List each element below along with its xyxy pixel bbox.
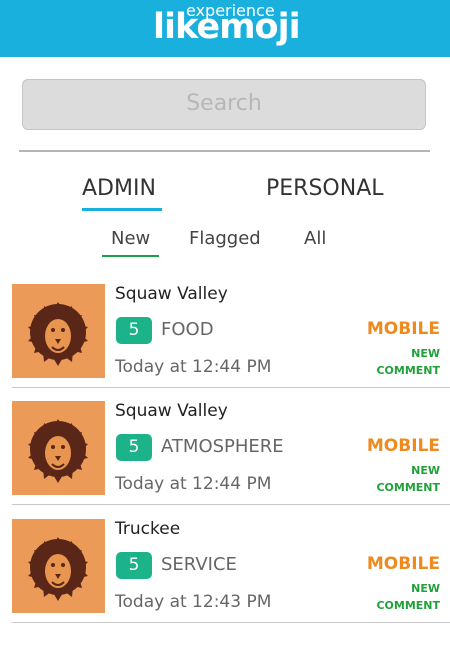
- search-input[interactable]: Search: [22, 79, 426, 130]
- feedback-category: ATMOSPHERE: [161, 436, 284, 457]
- feedback-status-line2: COMMENT: [376, 599, 440, 612]
- feedback-status: NEW COMMENT: [360, 462, 440, 496]
- feedback-location: Squaw Valley: [115, 401, 228, 421]
- feedback-location: Squaw Valley: [115, 284, 228, 304]
- item-divider: [12, 387, 450, 388]
- feedback-status: NEW COMMENT: [360, 580, 440, 614]
- logo-likemoji-text: likemoji: [153, 7, 301, 47]
- score-badge: 5: [116, 552, 152, 579]
- feedback-source: MOBILE: [366, 319, 440, 339]
- feedback-status-line1: NEW: [411, 347, 440, 360]
- feedback-timestamp: Today at 12:44 PM: [115, 357, 272, 377]
- subtab-flagged[interactable]: Flagged: [189, 228, 261, 249]
- subtab-new-active-indicator: [102, 255, 159, 257]
- tab-admin-active-indicator: [82, 208, 162, 211]
- feedback-source: MOBILE: [366, 554, 440, 574]
- feedback-location: Truckee: [115, 519, 181, 539]
- feedback-status: NEW COMMENT: [360, 345, 440, 379]
- search-divider: [19, 150, 430, 152]
- feedback-status-line2: COMMENT: [376, 481, 440, 494]
- tab-admin[interactable]: ADMIN: [82, 176, 156, 201]
- feedback-item[interactable]: Squaw Valley 5 FOOD Today at 12:44 PM MO…: [0, 284, 450, 401]
- feedback-status-line1: NEW: [411, 464, 440, 477]
- subtab-all[interactable]: All: [304, 228, 326, 249]
- item-divider: [12, 504, 450, 505]
- feedback-timestamp: Today at 12:43 PM: [115, 592, 272, 612]
- score-badge: 5: [116, 317, 152, 344]
- feedback-status-line1: NEW: [411, 582, 440, 595]
- feedback-item[interactable]: Squaw Valley 5 ATMOSPHERE Today at 12:44…: [0, 401, 450, 518]
- feedback-timestamp: Today at 12:44 PM: [115, 474, 272, 494]
- feedback-category: SERVICE: [161, 554, 237, 575]
- coffeebar-lion-logo-image: [12, 519, 105, 613]
- coffeebar-lion-logo-image: [12, 401, 105, 495]
- tab-personal[interactable]: PERSONAL: [266, 176, 384, 201]
- feedback-category: FOOD: [161, 319, 214, 340]
- coffeebar-lion-logo-image: [12, 284, 105, 378]
- app-header: experience likemoji: [0, 0, 450, 57]
- feedback-status-line2: COMMENT: [376, 364, 440, 377]
- item-divider: [12, 622, 450, 623]
- feedback-source: MOBILE: [366, 436, 440, 456]
- score-badge: 5: [116, 434, 152, 461]
- subtab-new[interactable]: New: [111, 228, 150, 249]
- feedback-item[interactable]: Truckee 5 SERVICE Today at 12:43 PM MOBI…: [0, 519, 450, 636]
